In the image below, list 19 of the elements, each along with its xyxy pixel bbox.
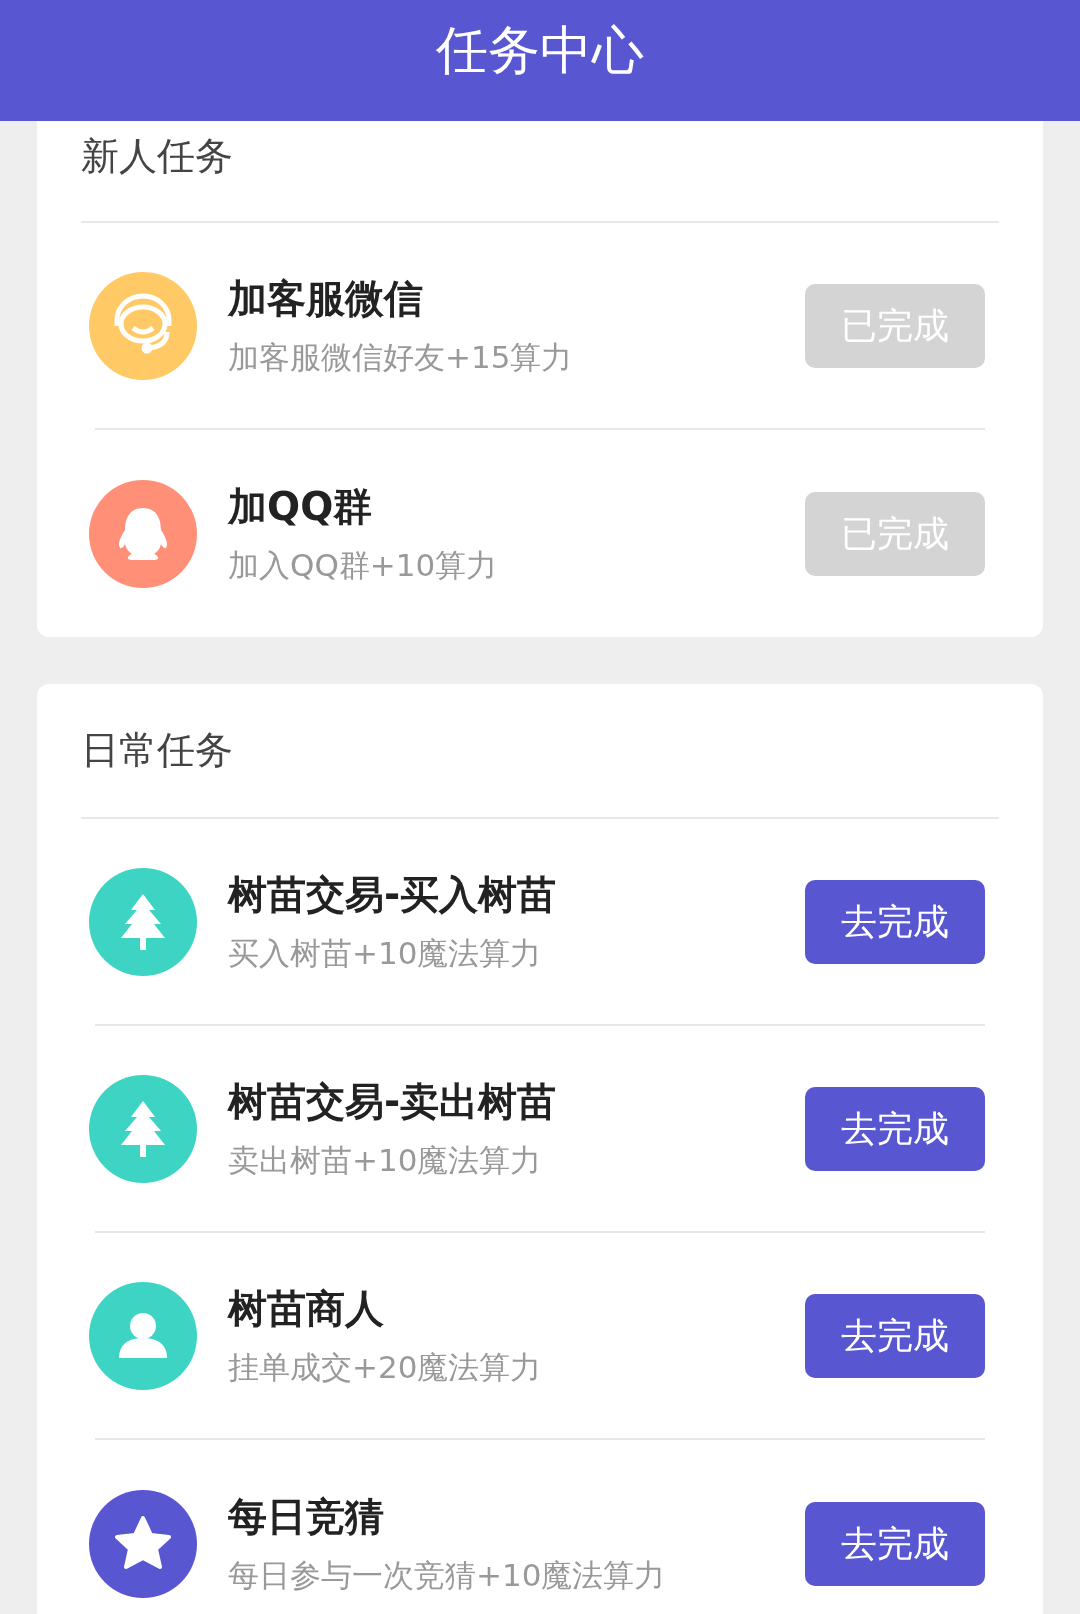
task-description: 每日参与一次竞猜+10魔法算力 [228, 1559, 667, 1591]
task-title: 树苗商人 [228, 1288, 385, 1328]
complete-task-button[interactable]: 去完成 [805, 879, 985, 964]
complete-task-button[interactable]: 去完成 [805, 1086, 985, 1171]
task-title: 树苗交易-卖出树苗 [228, 1081, 558, 1121]
section-title: 新人任务 [81, 132, 233, 180]
task-title: 树苗交易-买入树苗 [228, 874, 558, 914]
page-title: 任务中心 [436, 18, 644, 82]
task-title: 加QQ群 [228, 486, 374, 526]
task-description: 卖出树苗+10魔法算力 [228, 1144, 543, 1176]
task-description: 买入树苗+10魔法算力 [228, 937, 543, 969]
complete-task-button[interactable]: 去完成 [805, 1501, 985, 1586]
section-title: 日常任务 [81, 727, 233, 774]
task-description: 加客服微信好友+15算力 [228, 341, 574, 373]
task-title: 每日竞猜 [228, 1496, 385, 1536]
task-description: 挂单成交+20魔法算力 [228, 1351, 543, 1383]
complete-task-button[interactable]: 去完成 [805, 1293, 985, 1378]
task-title: 加客服微信 [228, 278, 424, 318]
task-description: 加入QQ群+10算力 [228, 549, 499, 581]
